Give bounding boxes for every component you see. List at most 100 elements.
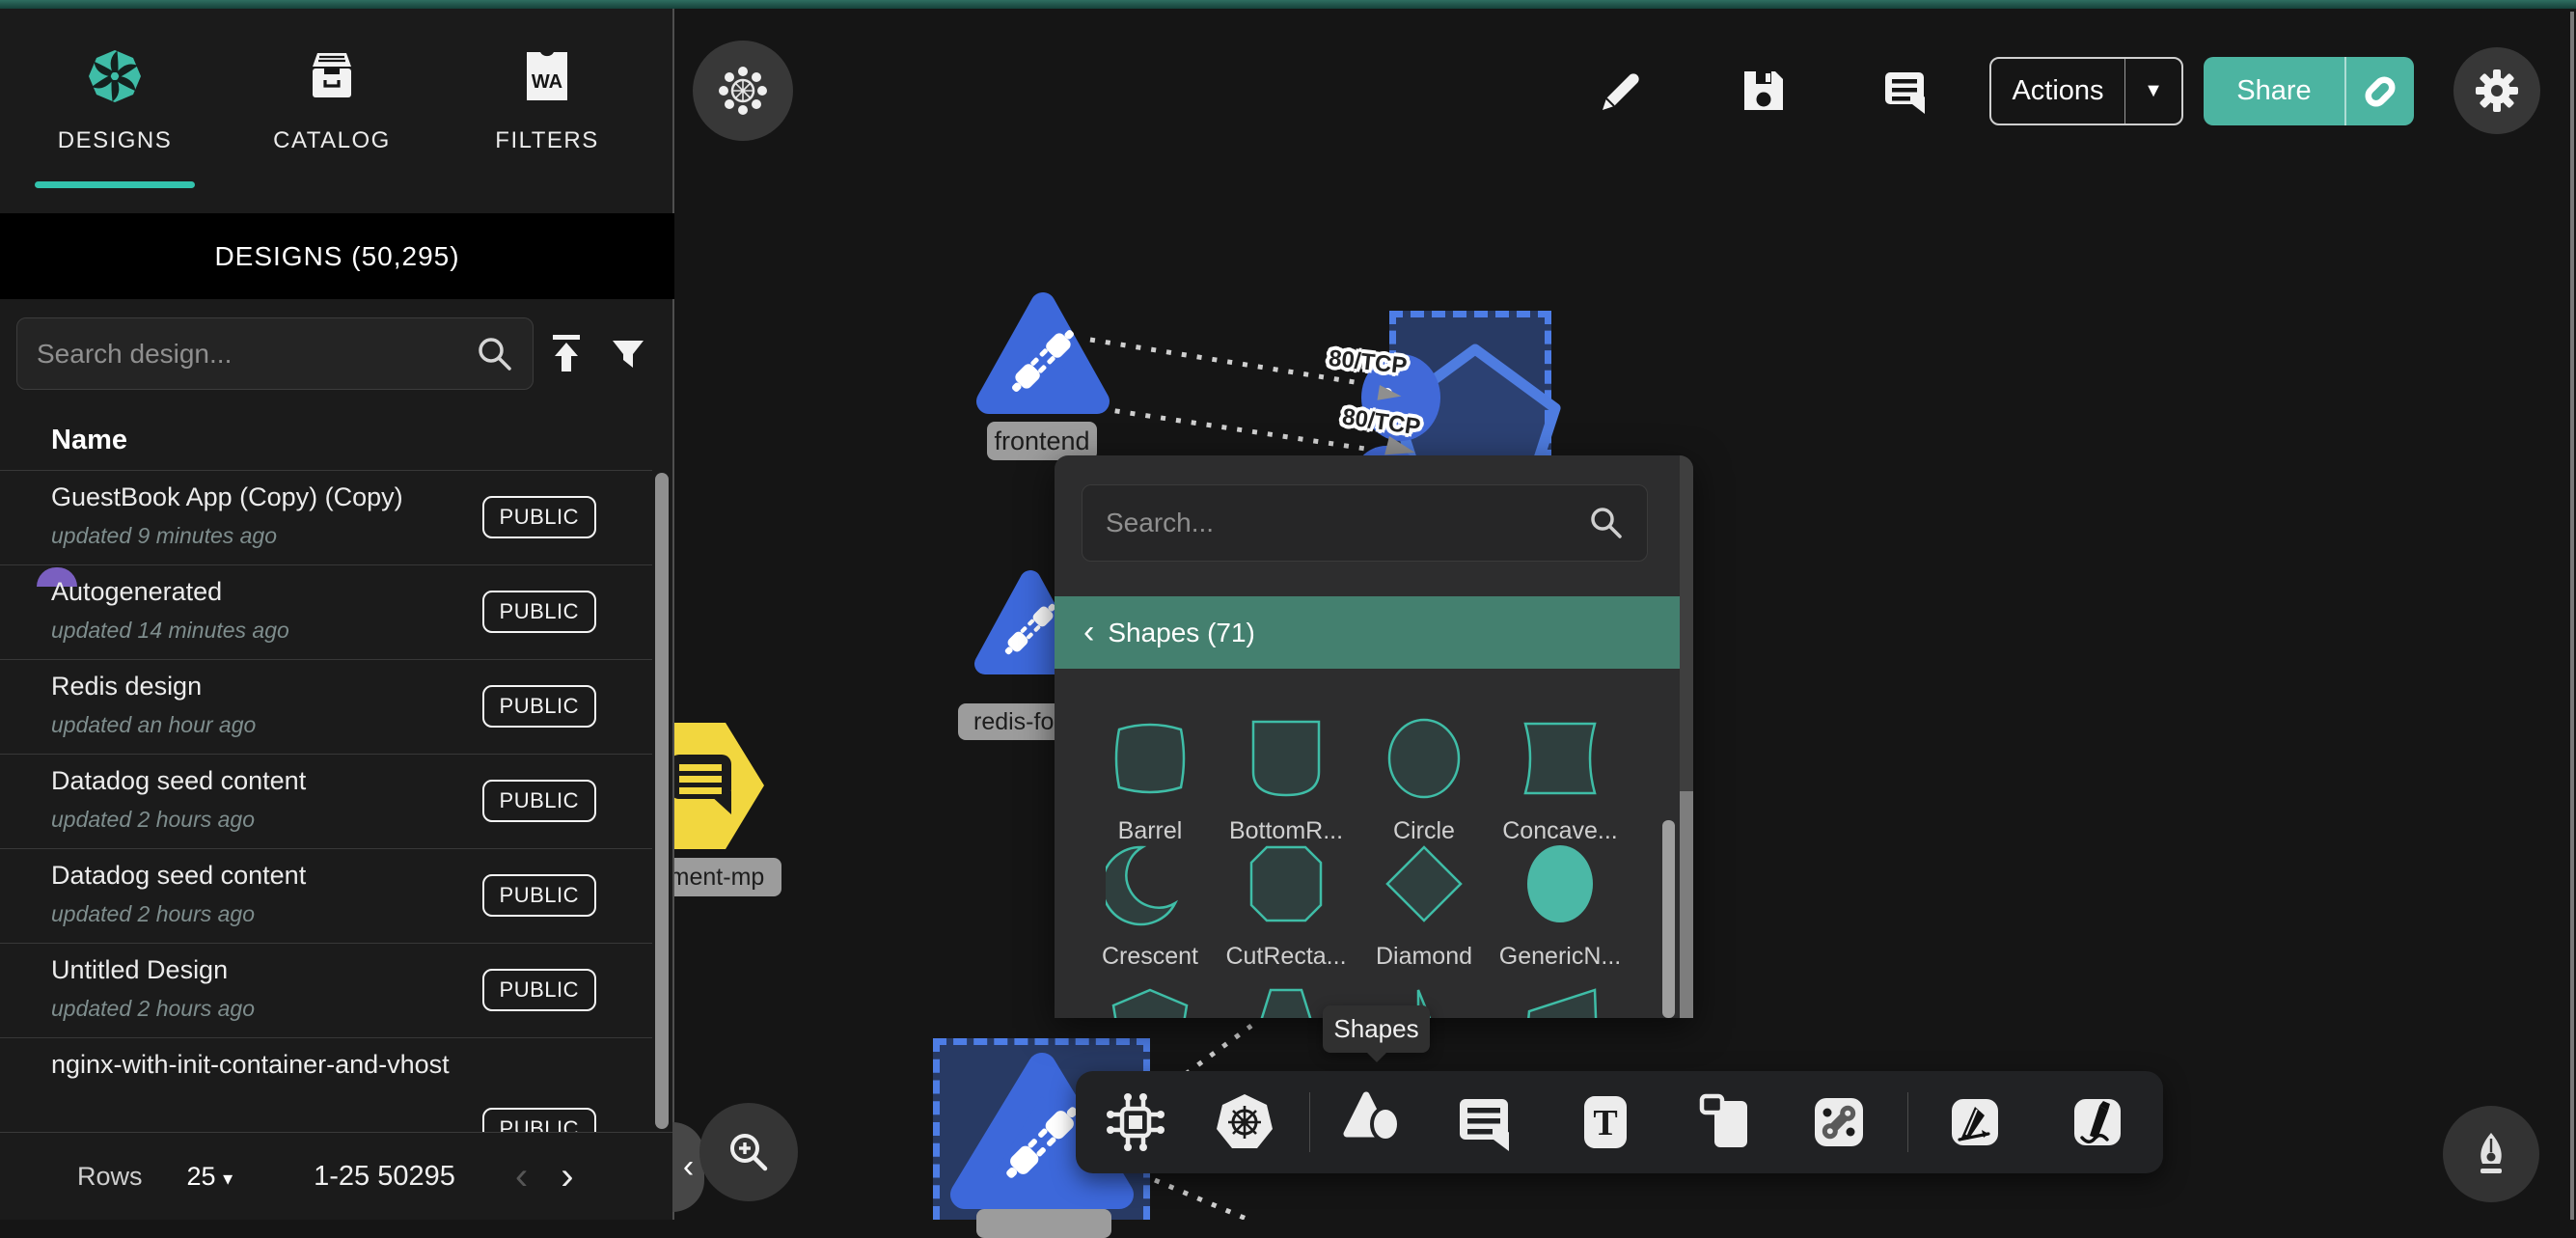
wasm-filter-icon: WA [523,39,571,114]
pen-mode-button[interactable] [2443,1106,2539,1202]
link-button[interactable] [1803,1087,1875,1158]
edit-design-button[interactable] [1593,62,1651,120]
visibility-badge: PUBLIC [482,591,596,633]
shapes-category-header[interactable]: ‹ Shapes (71) [1055,596,1680,669]
page-scrollbar[interactable] [2570,12,2574,1220]
kubernetes-button[interactable] [1209,1087,1280,1158]
note-button[interactable] [1690,1087,1762,1158]
share-label[interactable]: Share [2204,75,2344,107]
search-icon [475,334,515,374]
concave-shape-icon [1516,714,1604,803]
shape-tile-crescent[interactable]: Crescent [1087,839,1213,971]
tab-designs[interactable]: DESIGNS [18,39,211,203]
design-row[interactable]: Datadog seed content updated 2 hours ago… [0,754,652,848]
design-row[interactable]: GuestBook App (Copy) (Copy) updated 9 mi… [0,470,652,564]
zoom-in-icon [722,1125,776,1179]
active-tab-underline [35,181,195,188]
cluster-dots-icon [715,63,771,119]
actions-label[interactable]: Actions [1991,75,2124,107]
shapes-search[interactable] [1082,484,1648,562]
actions-split-button[interactable]: Actions ▼ [1989,57,2183,125]
node-grouping-button[interactable] [693,41,793,141]
pen-tool-button[interactable] [1939,1087,2011,1158]
comment-button[interactable] [1448,1087,1520,1158]
link-icon [2359,70,2401,113]
barrel-shape-icon [1106,714,1194,803]
shape-tile-genericnode[interactable]: GenericN... [1497,839,1623,971]
note-icon [1697,1093,1755,1151]
visibility-badge: PUBLIC [482,780,596,822]
shape-tile-partial[interactable] [1497,984,1623,1018]
comments-button[interactable] [1876,62,1933,120]
save-design-button[interactable] [1735,62,1793,120]
zoom-in-button[interactable] [699,1103,798,1201]
cutrectangle-shape-icon [1242,839,1330,928]
shapes-tooltip: Shapes [1323,1005,1430,1053]
canvas-dock-toolbar: T [1076,1071,2163,1173]
rows-per-page-select[interactable]: 25 ▾ [187,1162,233,1192]
shape-tile-circle[interactable]: Circle [1361,714,1487,845]
sidebar-title: DESIGNS (50,295) [0,213,674,299]
share-split-button[interactable]: Share [2204,57,2414,125]
back-chevron-icon: ‹ [1083,614,1094,651]
upload-design-button[interactable] [540,328,592,380]
design-row[interactable]: nginx-with-init-container-and-vhost PUBL… [0,1037,652,1132]
chip-icon [1106,1092,1165,1152]
search-icon [1587,504,1626,542]
pagination-range: 1-25 50295 [314,1161,455,1193]
designs-sidebar: DESIGNS CATALOG WA FILTERS DESIGNS (50,2… [0,0,674,1220]
shapes-icon [1342,1090,1406,1154]
shape-tile-cutrectangle[interactable]: CutRecta... [1223,839,1349,971]
top-accent-strip [0,0,2576,9]
shape-tile-bottomround[interactable]: BottomR... [1223,714,1349,845]
shape-tile-barrel[interactable]: Barrel [1087,714,1213,845]
column-header-name[interactable]: Name [51,425,127,456]
dock-divider [1907,1092,1908,1152]
shape-tile-concave[interactable]: Concave... [1497,714,1623,845]
save-floppy-icon [1740,68,1787,114]
copy-link-button[interactable] [2346,70,2414,113]
pagination-bar: Rows 25 ▾ 1-25 50295 ‹ › [0,1132,672,1220]
pentagon-shape-icon [1106,984,1194,1018]
tab-catalog[interactable]: CATALOG [235,39,428,203]
actions-dropdown-caret[interactable]: ▼ [2125,80,2181,102]
design-row[interactable]: Datadog seed content updated 2 hours ago… [0,848,652,943]
visibility-badge: PUBLIC [482,874,596,917]
tab-filters[interactable]: WA FILTERS [451,39,644,203]
diamond-shape-icon [1380,839,1468,928]
grid-scrollbar-thumb[interactable] [1662,820,1675,1018]
settings-button[interactable] [2453,47,2540,134]
freehand-draw-button[interactable] [2062,1087,2133,1158]
design-row[interactable]: Redis design updated an hour ago PUBLIC [0,659,652,754]
shapes-search-input[interactable] [1082,508,1587,538]
comment-icon [1881,68,1928,114]
filter-designs-button[interactable] [602,328,654,380]
svg-text:T: T [1593,1103,1617,1143]
meshery-logo-icon [87,39,143,114]
visibility-badge: PUBLIC [482,685,596,728]
panel-scrollbar-thumb[interactable] [1680,791,1693,1018]
trapezoid-shape-icon [1242,984,1330,1018]
text-button[interactable]: T [1570,1087,1641,1158]
components-button[interactable] [1100,1087,1171,1158]
rows-label: Rows [77,1162,143,1192]
shapes-button[interactable] [1338,1087,1410,1158]
design-search-input[interactable] [17,339,475,370]
visibility-badge: PUBLIC [482,1108,596,1132]
kubernetes-icon [1214,1091,1275,1153]
next-page-button[interactable]: › [561,1157,573,1196]
node-label-frontend: frontend [987,422,1097,460]
design-list: GuestBook App (Copy) (Copy) updated 9 mi… [0,470,652,1132]
node-frontend[interactable] [989,305,1097,401]
crescent-shape-icon [1106,839,1194,928]
design-row[interactable]: Autogenerated updated 14 minutes ago PUB… [0,564,652,659]
funnel-icon [606,332,650,376]
chain-link-icon [1809,1092,1869,1152]
sidebar-scrollbar[interactable] [655,473,669,1129]
shape-tile-partial[interactable] [1087,984,1213,1018]
shape-tile-diamond[interactable]: Diamond [1361,839,1487,971]
design-row[interactable]: Untitled Design updated 2 hours ago PUBL… [0,943,652,1037]
prev-page-button[interactable]: ‹ [515,1157,528,1196]
design-search[interactable] [16,317,534,390]
select-caret-icon: ▾ [223,1169,233,1190]
